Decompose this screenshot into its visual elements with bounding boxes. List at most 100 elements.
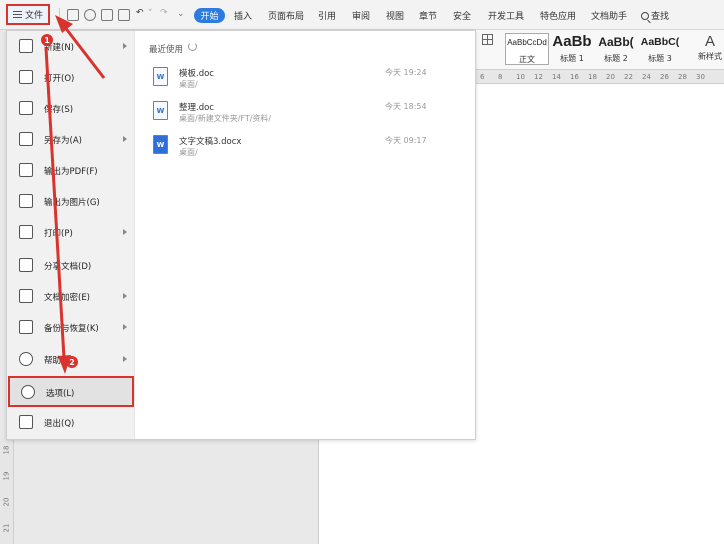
ruler-number: 19 bbox=[2, 471, 11, 481]
recent-file-time: 今天 19:24 bbox=[385, 68, 427, 77]
menu-item-label: 打印(P) bbox=[44, 229, 73, 239]
file-menu-list: 新建(N) 打开(O) 保存(S) 另存为(A) 输出为PDF(F) 输出为图片… bbox=[7, 31, 135, 439]
tab-special-apps[interactable]: 特色应用 bbox=[540, 9, 576, 22]
ruler-number: 10 bbox=[516, 73, 525, 81]
borders-icon[interactable] bbox=[482, 34, 493, 45]
tab-security[interactable]: 安全 bbox=[453, 9, 471, 22]
open-folder-icon bbox=[19, 70, 33, 84]
redo-icon[interactable]: ↷ bbox=[160, 8, 168, 18]
backup-icon bbox=[19, 320, 33, 334]
menu-item-backup[interactable]: 备份与恢复(K) bbox=[7, 312, 135, 343]
file-menu-button[interactable]: 文件 bbox=[6, 4, 50, 25]
menu-item-export-image[interactable]: 输出为图片(G) bbox=[7, 186, 135, 217]
new-style-label: 新样式 bbox=[698, 52, 722, 61]
style-normal[interactable]: AaBbCcDd 正文 bbox=[505, 33, 549, 65]
horizontal-ruler: 6 8 10 12 14 16 18 20 22 24 26 28 30 bbox=[476, 70, 724, 84]
refresh-icon[interactable] bbox=[188, 42, 197, 51]
menu-item-label: 输出为PDF(F) bbox=[44, 167, 98, 177]
top-toolbar: 文件 ↶ ˅ ↷ ⌄ 开始 插入 页面布局 引用 审阅 视图 章节 安全 开发工… bbox=[0, 0, 724, 30]
menu-item-print[interactable]: 打印(P) bbox=[7, 217, 135, 248]
recent-file-item[interactable]: W 文字文稿3.docx 桌面/ 今天 09:17 bbox=[135, 131, 475, 165]
menu-item-save[interactable]: 保存(S) bbox=[7, 93, 135, 124]
chevron-down-icon[interactable]: ˅ bbox=[148, 9, 153, 19]
new-style-icon: A bbox=[704, 33, 715, 50]
style-name: 正文 bbox=[519, 55, 535, 64]
chevron-right-icon bbox=[123, 356, 127, 362]
undo-icon[interactable]: ↶ bbox=[136, 8, 144, 18]
style-heading-3[interactable]: AaBbC( 标题 3 bbox=[638, 33, 682, 65]
ruler-number: 8 bbox=[498, 73, 503, 81]
style-sample: AaBb bbox=[552, 33, 592, 50]
tab-review[interactable]: 审阅 bbox=[352, 9, 370, 22]
recent-file-time: 今天 09:17 bbox=[385, 136, 427, 145]
tab-view[interactable]: 视图 bbox=[386, 9, 404, 22]
ruler-number: 26 bbox=[660, 73, 669, 81]
menu-item-new[interactable]: 新建(N) bbox=[7, 31, 135, 62]
export-pdf-icon bbox=[19, 163, 33, 177]
recent-file-path: 桌面/新建文件夹/FT/资料/ bbox=[179, 114, 272, 123]
new-file-icon bbox=[19, 39, 33, 53]
tab-insert[interactable]: 插入 bbox=[234, 9, 252, 22]
ruler-number: 24 bbox=[642, 73, 651, 81]
menu-item-options[interactable]: 选项(L) bbox=[8, 376, 134, 407]
recent-file-name: 文字文稿3.docx bbox=[179, 137, 242, 147]
menu-item-label: 另存为(A) bbox=[44, 136, 82, 146]
style-heading-1[interactable]: AaBb 标题 1 bbox=[550, 33, 594, 65]
menu-item-open[interactable]: 打开(O) bbox=[7, 62, 135, 93]
menu-item-save-as[interactable]: 另存为(A) bbox=[7, 124, 135, 155]
chevron-right-icon bbox=[123, 136, 127, 142]
tab-chapter[interactable]: 章节 bbox=[419, 9, 437, 22]
menu-item-label: 保存(S) bbox=[44, 105, 74, 115]
search-icon bbox=[641, 11, 649, 20]
ruler-number: 21 bbox=[2, 523, 11, 533]
ruler-number: 6 bbox=[480, 73, 485, 81]
exit-icon bbox=[19, 415, 33, 429]
ruler-number: 12 bbox=[534, 73, 543, 81]
menu-item-label: 文档加密(E) bbox=[44, 293, 91, 303]
style-sample: AaBbC( bbox=[640, 36, 680, 48]
tab-developer[interactable]: 开发工具 bbox=[488, 9, 524, 22]
chevron-right-icon bbox=[123, 293, 127, 299]
lock-icon bbox=[19, 289, 33, 303]
menu-item-encrypt[interactable]: 文档加密(E) bbox=[7, 281, 135, 312]
ruler-number: 20 bbox=[606, 73, 615, 81]
tab-doc-assistant[interactable]: 文档助手 bbox=[591, 9, 627, 22]
menu-item-exit[interactable]: 退出(Q) bbox=[7, 407, 135, 438]
style-heading-2[interactable]: AaBb( 标题 2 bbox=[594, 33, 638, 65]
recent-file-name: 整理.doc bbox=[179, 103, 214, 113]
recent-file-time: 今天 18:54 bbox=[385, 102, 427, 111]
recent-files-panel: 最近使用 W 模板.doc 桌面/ 今天 19:24 W 整理.doc 桌面/新… bbox=[135, 31, 475, 439]
style-sample: AaBbCcDd bbox=[507, 38, 547, 47]
style-sample: AaBb( bbox=[598, 35, 634, 49]
tab-start[interactable]: 开始 bbox=[194, 8, 225, 23]
ruler-number: 22 bbox=[624, 73, 633, 81]
toolbar-divider bbox=[59, 8, 60, 22]
chevron-right-icon bbox=[123, 229, 127, 235]
ruler-number: 16 bbox=[570, 73, 579, 81]
menu-item-export-pdf[interactable]: 输出为PDF(F) bbox=[7, 155, 135, 186]
recent-file-item[interactable]: W 整理.doc 桌面/新建文件夹/FT/资料/ 今天 18:54 bbox=[135, 97, 475, 131]
print-icon[interactable] bbox=[101, 9, 113, 21]
recent-file-path: 桌面/ bbox=[179, 148, 198, 157]
recent-file-path: 桌面/ bbox=[179, 80, 198, 89]
save-as-icon bbox=[19, 132, 33, 146]
print-icon bbox=[19, 225, 33, 239]
tab-references[interactable]: 引用 bbox=[318, 9, 336, 22]
save-icon[interactable] bbox=[67, 9, 79, 21]
share-icon bbox=[19, 258, 33, 272]
recent-file-item[interactable]: W 模板.doc 桌面/ 今天 19:24 bbox=[135, 63, 475, 97]
print-preview-icon[interactable] bbox=[118, 9, 130, 21]
customize-toolbar-icon[interactable]: ⌄ bbox=[177, 9, 185, 19]
recent-file-name: 模板.doc bbox=[179, 69, 214, 79]
step-badge-1: 1 bbox=[41, 34, 53, 46]
step-badge-2: 2 bbox=[66, 356, 78, 368]
menu-item-label: 选项(L) bbox=[46, 389, 75, 399]
new-style-button[interactable]: A 新样式 bbox=[696, 33, 724, 62]
search-button[interactable]: 查找 bbox=[641, 9, 669, 22]
chevron-right-icon bbox=[123, 324, 127, 330]
format-painter-icon[interactable] bbox=[84, 9, 96, 21]
tab-page-layout[interactable]: 页面布局 bbox=[268, 9, 304, 22]
menu-item-share[interactable]: 分享文档(D) bbox=[7, 250, 135, 281]
ruler-number: 20 bbox=[2, 497, 11, 507]
word-docx-icon: W bbox=[153, 135, 168, 154]
